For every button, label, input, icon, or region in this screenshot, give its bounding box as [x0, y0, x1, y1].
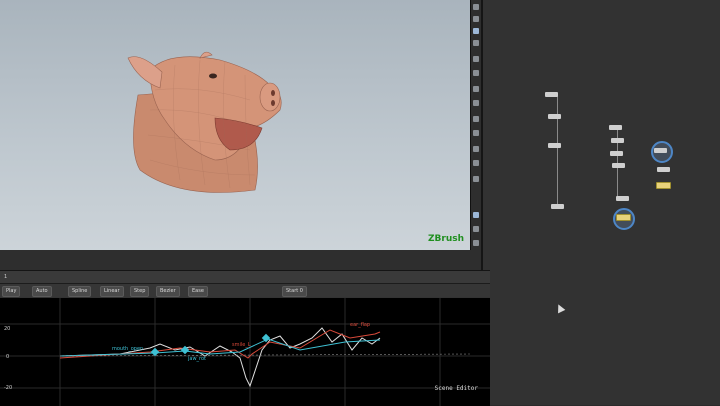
pig-head-model — [127, 51, 282, 193]
zbrush-watermark: ZBrush — [428, 234, 464, 244]
frame-field[interactable]: 1 — [4, 274, 7, 280]
curve-editor[interactable]: mouth_open jaw_rot smile_L ear_flap 20 0… — [0, 297, 490, 406]
render-icon[interactable] — [473, 160, 479, 166]
curve-graph[interactable]: mouth_open jaw_rot smile_L ear_flap — [0, 298, 490, 406]
wire-icon[interactable] — [473, 130, 479, 136]
tool-step-button[interactable]: Step — [130, 286, 150, 297]
view-icon[interactable] — [473, 226, 479, 232]
3d-viewport[interactable]: ZBrush — [0, 0, 470, 270]
pin-icon[interactable] — [473, 212, 479, 218]
play-button[interactable]: Play — [2, 286, 21, 297]
node-null[interactable] — [609, 125, 622, 130]
scale-icon[interactable] — [473, 40, 479, 46]
select-icon[interactable] — [473, 4, 479, 10]
shade-icon[interactable] — [473, 146, 479, 152]
y-tick-0: 0 — [6, 354, 10, 360]
node-wire — [557, 95, 558, 207]
lock-icon[interactable] — [473, 176, 479, 182]
node-edit[interactable] — [611, 138, 624, 143]
editor-title: Scene Editor — [434, 385, 478, 392]
home-icon[interactable] — [473, 240, 479, 246]
light-icon[interactable] — [473, 86, 479, 92]
timeline-bar[interactable]: 1 — [0, 270, 490, 283]
curve-label-smile-l: smile_L — [232, 342, 251, 348]
move-icon[interactable] — [473, 16, 479, 22]
node-xform[interactable] — [654, 148, 667, 153]
node-channel[interactable] — [616, 196, 629, 201]
mode-dropdown[interactable]: Auto — [32, 286, 52, 297]
viewport-status-strip — [0, 250, 490, 270]
tool-spline-button[interactable]: Spline — [68, 286, 92, 297]
curve-editor-toolbar: Play Auto Spline Linear Step Bezier Ease… — [0, 283, 490, 298]
tool-bezier-button[interactable]: Bezier — [156, 286, 180, 297]
node-shape[interactable] — [551, 204, 564, 209]
curve-label-mouth-open: mouth_open — [112, 346, 143, 352]
range-field[interactable]: Start 0 — [282, 286, 307, 297]
snap-icon[interactable] — [473, 56, 479, 62]
node-mix[interactable] — [610, 151, 623, 156]
grid-icon[interactable] — [473, 116, 479, 122]
display-icon[interactable] — [473, 100, 479, 106]
node-out[interactable] — [657, 167, 670, 172]
curve-label-jaw-rot: jaw_rot — [187, 356, 206, 362]
y-tick-neg20: -20 — [4, 385, 13, 391]
node-transform[interactable] — [548, 114, 561, 119]
viewport-toolbar — [470, 0, 481, 250]
node-blend[interactable] — [612, 163, 625, 168]
node-morph[interactable] — [548, 143, 561, 148]
curve-label-ear-flap: ear_flap — [350, 322, 370, 328]
node-object[interactable] — [545, 92, 558, 97]
node-graph-panel[interactable] — [481, 0, 720, 405]
rotate-icon[interactable] — [473, 28, 479, 34]
camera-icon[interactable] — [473, 70, 479, 76]
tool-linear-button[interactable]: Linear — [100, 286, 124, 297]
y-tick-20: 20 — [4, 326, 11, 332]
node-merge[interactable] — [656, 182, 671, 189]
node-output[interactable] — [616, 214, 631, 221]
tool-ease-button[interactable]: Ease — [188, 286, 208, 297]
